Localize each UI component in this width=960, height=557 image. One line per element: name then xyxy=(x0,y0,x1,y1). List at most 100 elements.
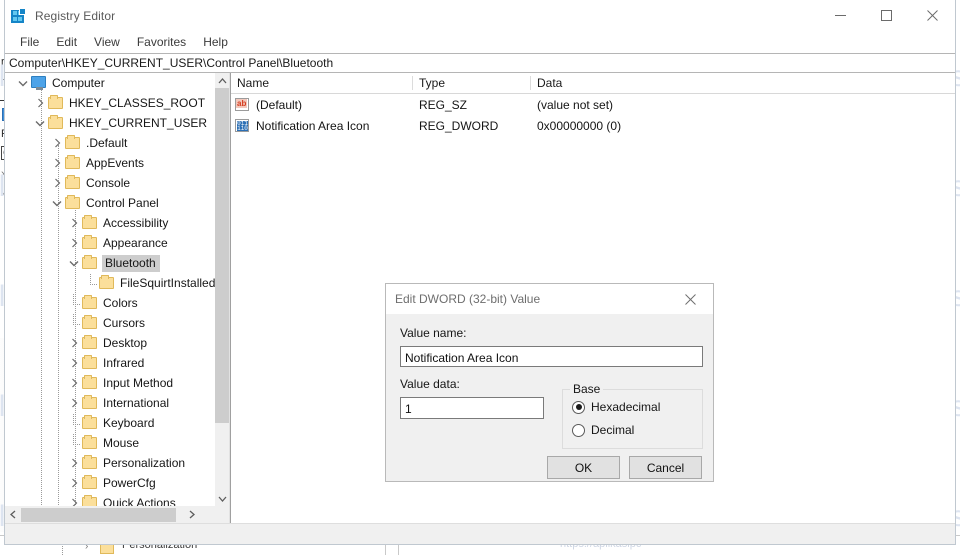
tree-expander-collapsed-icon[interactable] xyxy=(66,455,82,471)
tree-node[interactable]: AppEvents xyxy=(5,153,215,173)
tree-node[interactable]: HKEY_CLASSES_ROOT xyxy=(5,93,215,113)
column-header-label: Data xyxy=(537,76,563,90)
title-bar: Registry Editor xyxy=(5,0,955,31)
tree-expander-collapsed-icon[interactable] xyxy=(66,495,82,506)
tree-scroll-up-button[interactable] xyxy=(215,73,229,88)
folder-icon xyxy=(82,495,99,506)
tree-horizontal-scrollbar[interactable] xyxy=(5,506,215,523)
tree-expander-expanded-icon[interactable] xyxy=(49,195,65,211)
tree-expander-expanded-icon[interactable] xyxy=(15,75,31,91)
tree-node[interactable]: Cursors xyxy=(5,313,215,333)
values-list[interactable]: ab (Default) REG_SZ (value not set) 011 110 No… xyxy=(231,94,955,136)
tree-expander-expanded-icon[interactable] xyxy=(32,115,48,131)
values-column-header[interactable]: Name Type Data xyxy=(231,73,955,94)
folder-icon xyxy=(65,175,82,190)
tree-node-label: Accessibility xyxy=(103,216,169,230)
tree-scroll-down-button[interactable] xyxy=(215,491,229,506)
value-type-cell: REG_SZ xyxy=(419,97,468,112)
minimize-button[interactable] xyxy=(817,0,863,31)
menu-item-view[interactable]: View xyxy=(86,34,128,51)
tree-node[interactable]: Bluetooth xyxy=(5,253,215,273)
value-name-input[interactable]: Notification Area Icon xyxy=(400,346,703,367)
tree-node-label: Bluetooth xyxy=(102,254,160,272)
tree-hscrollbar-thumb[interactable] xyxy=(21,507,176,522)
registry-tree[interactable]: Computer HKEY_CLASSES_ROOT HKEY_CURRENT_US… xyxy=(5,73,215,506)
tree-expander-collapsed-icon[interactable] xyxy=(66,235,82,251)
maximize-button[interactable] xyxy=(863,0,909,31)
column-header[interactable]: Type xyxy=(413,73,531,93)
tree-node[interactable]: Appearance xyxy=(5,233,215,253)
tree-node[interactable]: Input Method xyxy=(5,373,215,393)
tree-node[interactable]: Desktop xyxy=(5,333,215,353)
dialog-title-bar: Edit DWORD (32-bit) Value xyxy=(386,284,713,314)
column-header[interactable]: Name xyxy=(231,73,413,93)
tree-node[interactable]: Personalization xyxy=(5,453,215,473)
tree-node[interactable]: Keyboard xyxy=(5,413,215,433)
radio-decimal-icon[interactable] xyxy=(572,423,585,437)
tree-scroll-right-button[interactable] xyxy=(184,506,200,523)
tree-expander-expanded-icon[interactable] xyxy=(66,255,82,271)
tree-node[interactable]: Control Panel xyxy=(5,193,215,213)
menu-item-favorites[interactable]: Favorites xyxy=(129,34,194,51)
scrollbar-corner xyxy=(215,506,229,523)
cancel-button[interactable]: Cancel xyxy=(629,456,702,479)
base-option-hexadecimal[interactable]: Hexadecimal xyxy=(572,400,660,414)
tree-node[interactable]: Console xyxy=(5,173,215,193)
radio-hexadecimal-icon[interactable] xyxy=(572,400,585,414)
tree-node-label: Desktop xyxy=(103,336,148,350)
address-bar[interactable]: Computer\HKEY_CURRENT_USER\Control Panel… xyxy=(5,53,955,73)
tree-expander-collapsed-icon[interactable] xyxy=(66,375,82,391)
tree-node[interactable]: Quick Actions xyxy=(5,493,215,506)
folder-icon xyxy=(82,255,99,270)
base-group-label: Base xyxy=(570,382,604,396)
tree-guide-stub xyxy=(66,314,82,331)
tree-node-label: Keyboard xyxy=(103,416,155,430)
menu-item-help[interactable]: Help xyxy=(195,34,236,51)
dialog-close-button[interactable] xyxy=(668,284,713,314)
tree-node[interactable]: Computer xyxy=(5,73,215,93)
tree-node-label: Mouse xyxy=(103,436,140,450)
menu-item-file[interactable]: File xyxy=(12,34,47,51)
tree-node-label: AppEvents xyxy=(86,156,145,170)
tree-expander-collapsed-icon[interactable] xyxy=(32,95,48,111)
value-row[interactable]: ab (Default) REG_SZ (value not set) xyxy=(231,94,955,115)
base-option-decimal[interactable]: Decimal xyxy=(572,423,634,437)
tree-expander-collapsed-icon[interactable] xyxy=(49,175,65,191)
tree-expander-collapsed-icon[interactable] xyxy=(66,215,82,231)
tree-node[interactable]: Colors xyxy=(5,293,215,313)
ok-button[interactable]: OK xyxy=(547,456,620,479)
tree-node-label: PowerCfg xyxy=(103,476,156,490)
tree-node[interactable]: Mouse xyxy=(5,433,215,453)
close-button[interactable] xyxy=(909,0,955,31)
value-name-label: Value name: xyxy=(400,326,467,340)
value-data-input[interactable]: 1 xyxy=(400,397,544,419)
value-name-text: (Default) xyxy=(256,97,303,112)
tree-node[interactable]: .Default xyxy=(5,133,215,153)
tree-node-label: Colors xyxy=(103,296,138,310)
base-option-decimal-label: Decimal xyxy=(591,423,635,437)
folder-icon xyxy=(82,315,99,330)
folder-icon xyxy=(82,215,99,230)
window-title: Registry Editor xyxy=(35,8,116,23)
tree-node[interactable]: International xyxy=(5,393,215,413)
value-row[interactable]: 011 110 Notification Area Icon REG_DWORD 0x0… xyxy=(231,115,955,136)
tree-expander-collapsed-icon[interactable] xyxy=(66,475,82,491)
tree-node[interactable]: Accessibility xyxy=(5,213,215,233)
registry-tree-pane: Computer HKEY_CLASSES_ROOT HKEY_CURRENT_US… xyxy=(5,73,230,523)
tree-node[interactable]: FileSquirtInstalled xyxy=(5,273,215,293)
tree-expander-collapsed-icon[interactable] xyxy=(49,155,65,171)
tree-node[interactable]: Infrared xyxy=(5,353,215,373)
tree-expander-collapsed-icon[interactable] xyxy=(66,395,82,411)
menu-item-edit[interactable]: Edit xyxy=(48,34,85,51)
tree-expander-collapsed-icon[interactable] xyxy=(66,355,82,371)
column-header[interactable]: Data xyxy=(531,73,771,93)
tree-node[interactable]: PowerCfg xyxy=(5,473,215,493)
tree-expander-collapsed-icon[interactable] xyxy=(66,335,82,351)
tree-scrollbar-thumb[interactable] xyxy=(215,88,229,423)
tree-scroll-left-button[interactable] xyxy=(5,506,21,523)
tree-node[interactable]: HKEY_CURRENT_USER xyxy=(5,113,215,133)
tree-vertical-scrollbar[interactable] xyxy=(215,73,229,506)
tree-expander-collapsed-icon[interactable] xyxy=(49,135,65,151)
folder-icon xyxy=(82,355,99,370)
tree-guide-stub xyxy=(66,434,82,451)
